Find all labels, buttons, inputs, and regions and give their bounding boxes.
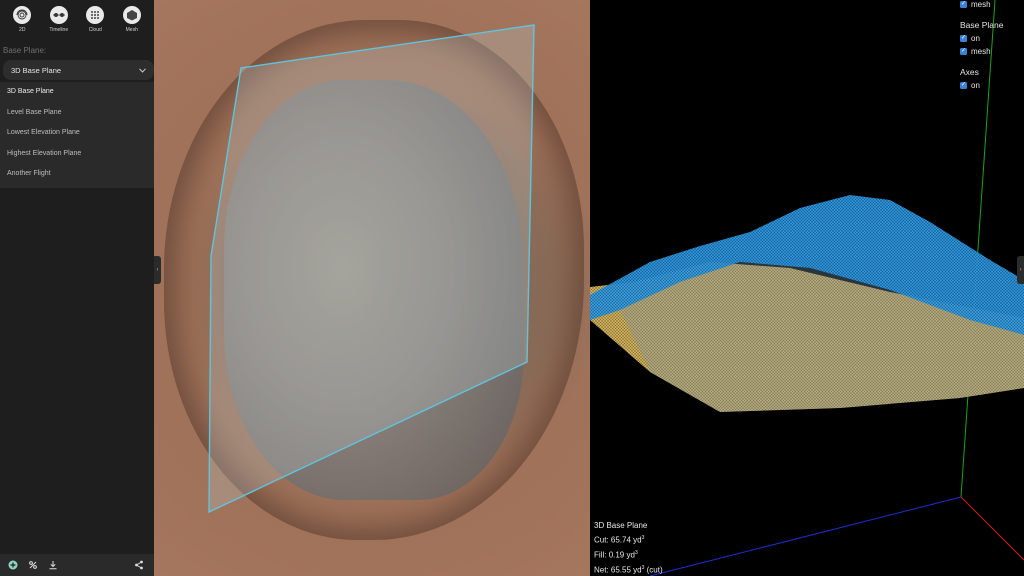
net-suffix: (cut) — [646, 565, 663, 575]
view-timeline-button[interactable]: Timeline — [44, 6, 74, 40]
fill-unit-exp: 3 — [634, 550, 638, 557]
mesh-toggle[interactable]: ✓ mesh — [960, 0, 1003, 11]
measurement-polygon[interactable] — [154, 0, 590, 576]
base-plane-dropdown: 3D Base Plane Level Base Plane Lowest El… — [0, 82, 154, 188]
fill-label: Fill: — [594, 550, 607, 560]
option-highest-elevation-plane[interactable]: Highest Elevation Plane — [0, 144, 154, 165]
base-plane-select-value: 3D Base Plane — [11, 65, 62, 75]
view-timeline-label: Timeline — [49, 27, 69, 33]
cut-value: 65.74 yd — [610, 535, 642, 545]
net-unit-exp: 3 — [641, 565, 645, 572]
add-icon[interactable] — [6, 558, 20, 572]
share-icon[interactable] — [132, 558, 146, 572]
x-axis — [960, 496, 1024, 561]
layer-toggles: ✓ mesh Base Plane ✓ on ✓ mesh Axes ✓ on — [960, 0, 1003, 92]
option-level-base-plane[interactable]: Level Base Plane — [0, 103, 154, 124]
volume-stats: 3D Base Plane Cut: 65.74 yd3 Fill: 0.19 … — [594, 519, 663, 576]
chevron-down-icon — [139, 66, 146, 75]
3d-viewer[interactable]: ✓ mesh Base Plane ✓ on ✓ mesh Axes ✓ on … — [590, 0, 1024, 576]
mesh-toggle-label: mesh — [971, 0, 991, 9]
cut-row: Cut: 65.74 yd3 — [594, 532, 663, 547]
mesh-icon — [122, 6, 141, 24]
sidebar-bottom-bar — [0, 554, 154, 576]
base-plane-select[interactable]: 3D Base Plane — [3, 60, 154, 80]
fingerprint-icon — [13, 6, 32, 24]
cut-unit-exp: 3 — [641, 535, 645, 542]
base-plane-on-label: on — [971, 34, 980, 43]
checkbox-icon: ✓ — [960, 1, 967, 8]
view-cloud-button[interactable]: Cloud — [80, 6, 110, 40]
view-mesh-label: Mesh — [125, 27, 138, 33]
timeline-icon — [49, 6, 68, 24]
fill-value: 0.19 yd — [608, 550, 635, 560]
cloud-icon — [86, 6, 105, 24]
3d-scene — [590, 0, 1024, 576]
collapse-sidebar-handle[interactable]: ‹ — [154, 256, 161, 284]
view-cloud-label: Cloud — [88, 27, 102, 33]
option-another-flight[interactable]: Another Flight — [0, 164, 154, 185]
z-axis — [649, 496, 962, 576]
app-root: 2D Timeline Cloud Mesh Base Plane: 3D Ba… — [0, 0, 1024, 576]
net-label: Net: — [594, 565, 609, 575]
base-plane-label: Base Plane: — [3, 46, 47, 55]
cut-label: Cut: — [594, 535, 609, 545]
view-2d-button[interactable]: 2D — [7, 6, 37, 40]
stats-title: 3D Base Plane — [594, 521, 648, 530]
checkbox-icon: ✓ — [960, 35, 967, 42]
view-2d-label: 2D — [19, 27, 26, 33]
base-plane-group-title: Base Plane — [960, 20, 1004, 30]
collapse-panel-handle[interactable]: › — [1017, 256, 1024, 284]
aerial-map[interactable]: ‹ — [154, 0, 590, 576]
download-icon[interactable] — [46, 558, 60, 572]
checkbox-icon: ✓ — [960, 48, 967, 55]
view-mode-bar: 2D Timeline Cloud Mesh — [0, 6, 154, 40]
base-plane-on-toggle[interactable]: ✓ on — [960, 32, 1003, 45]
sidebar: 2D Timeline Cloud Mesh Base Plane: 3D Ba… — [0, 0, 154, 576]
view-mesh-button[interactable]: Mesh — [117, 6, 147, 40]
flight-icon[interactable] — [26, 558, 40, 572]
option-3d-base-plane[interactable]: 3D Base Plane — [0, 82, 154, 103]
checkbox-icon: ✓ — [960, 82, 967, 89]
base-plane-mesh-toggle[interactable]: ✓ mesh — [960, 45, 1003, 58]
axes-group-title: Axes — [960, 67, 979, 77]
axes-on-label: on — [971, 81, 980, 90]
base-plane-mesh-label: mesh — [971, 47, 991, 56]
axes-on-toggle[interactable]: ✓ on — [960, 79, 1003, 92]
fill-row: Fill: 0.19 yd3 — [594, 547, 663, 562]
net-row: Net: 65.55 yd3 (cut) — [594, 562, 663, 576]
net-value: 65.55 yd — [610, 565, 642, 575]
option-lowest-elevation-plane[interactable]: Lowest Elevation Plane — [0, 123, 154, 144]
